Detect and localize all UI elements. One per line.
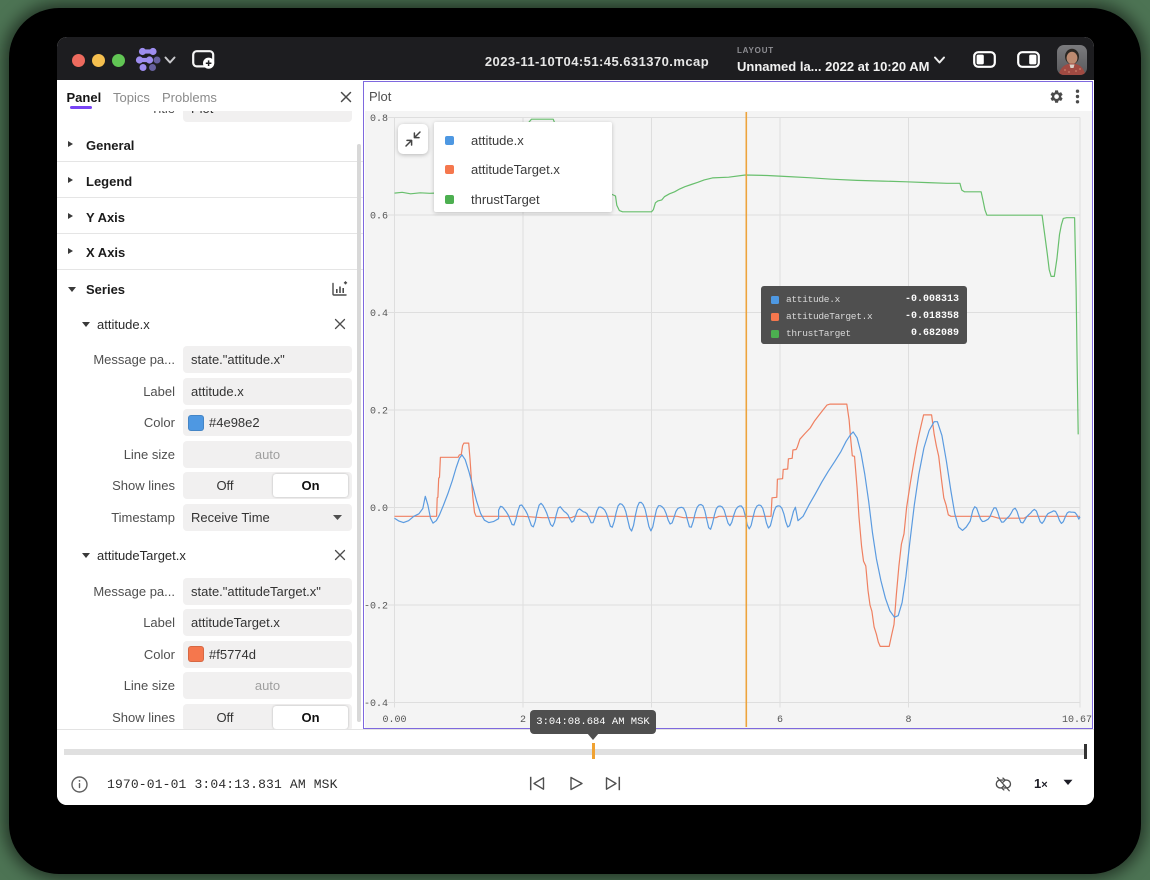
svg-text:-0.4: -0.4 [365, 699, 388, 710]
svg-text:0.0: 0.0 [369, 504, 387, 515]
svg-text:0.00: 0.00 [382, 715, 406, 726]
svg-text:0.2: 0.2 [369, 407, 387, 418]
svg-text:8: 8 [905, 715, 911, 726]
svg-text:0.6: 0.6 [369, 212, 387, 223]
svg-text:0.8: 0.8 [369, 114, 387, 125]
svg-text:2: 2 [519, 715, 525, 726]
svg-text:10.67: 10.67 [1061, 715, 1091, 726]
svg-text:6: 6 [776, 715, 782, 726]
svg-text:-0.2: -0.2 [365, 602, 388, 613]
svg-text:0.4: 0.4 [369, 309, 387, 320]
